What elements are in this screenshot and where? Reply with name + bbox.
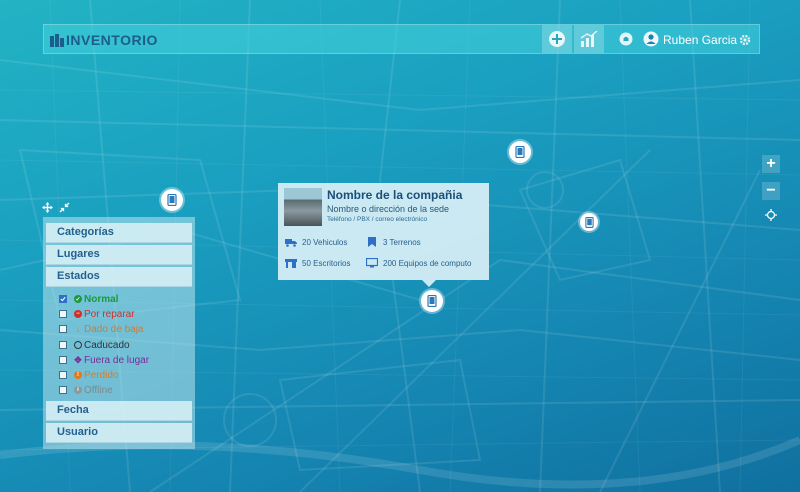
clock-icon [74, 341, 82, 349]
estado-option-offline[interactable]: i Offline [59, 383, 113, 397]
section-categorias[interactable]: Categorías [46, 223, 192, 243]
company-popup[interactable]: Nombre de la compañia Nombre o dirección… [278, 183, 489, 280]
truck-icon [285, 237, 297, 247]
section-fecha[interactable]: Fecha [46, 401, 192, 421]
info-circle-icon: i [74, 386, 82, 394]
gear-icon [739, 34, 751, 46]
section-usuario[interactable]: Usuario [46, 423, 192, 443]
estado-label: Dado de baja [84, 323, 144, 335]
plus-circle-icon [549, 31, 565, 47]
stat-computers-label: 200 Equipos de computo [383, 258, 472, 268]
logo-text: INVENTORIO [66, 32, 158, 48]
filters-panel: Categorías Lugares Estados ✓ Normal − Po… [43, 217, 195, 449]
estado-option-fuera-de-lugar[interactable]: ✥ Fuera de lugar [59, 353, 149, 367]
estado-option-caducado[interactable]: Caducado [59, 338, 130, 352]
stat-desks-label: 50 Escritorios [302, 258, 351, 268]
checkbox[interactable] [59, 325, 67, 333]
section-lugares[interactable]: Lugares [46, 245, 192, 265]
check-circle-icon: ✓ [74, 295, 82, 303]
estado-option-perdido[interactable]: ! Perdido [59, 368, 118, 382]
company-name: Nombre de la compañia [327, 188, 463, 202]
company-photo [284, 188, 322, 226]
checkbox-checked[interactable] [59, 295, 67, 303]
bookmark-icon [366, 237, 378, 247]
crosshair-icon [765, 209, 777, 221]
stat-land[interactable]: 3 Terrenos [366, 237, 421, 247]
user-icon [643, 31, 659, 47]
minus-circle-icon: − [74, 310, 82, 318]
map-marker[interactable] [509, 141, 531, 163]
settings-button[interactable] [739, 33, 751, 51]
stat-desks[interactable]: 50 Escritorios [285, 258, 350, 268]
building-logo-icon [50, 34, 64, 47]
estado-option-por-reparar[interactable]: − Por reparar [59, 307, 135, 321]
add-button[interactable] [542, 25, 572, 53]
estado-option-dado-de-baja[interactable]: ↓ Dado de baja [59, 322, 144, 336]
popup-pointer [422, 280, 436, 287]
estado-label: Fuera de lugar [84, 354, 150, 366]
bell-icon [619, 32, 633, 46]
bar-chart-icon [580, 31, 598, 47]
estado-label: Por reparar [84, 308, 135, 320]
checkbox[interactable] [59, 371, 67, 379]
map-marker-selected[interactable] [421, 290, 443, 312]
estado-label: Perdido [84, 369, 119, 381]
tablet-icon [167, 194, 177, 206]
top-navigation-bar: INVENTORIO Ruben Garcia [43, 24, 760, 54]
move-icon[interactable] [42, 202, 53, 213]
estado-label: Caducado [84, 339, 130, 351]
section-estados[interactable]: Estados [46, 267, 192, 287]
map-marker[interactable] [580, 213, 598, 231]
panel-tools [42, 202, 70, 213]
checkbox[interactable] [59, 356, 67, 364]
company-address: Nombre o dirección de la sede [327, 204, 450, 214]
statistics-button[interactable] [574, 25, 604, 53]
estado-label: Offline [84, 384, 113, 396]
monitor-icon [366, 258, 378, 268]
checkbox[interactable] [59, 341, 67, 349]
estado-option-normal[interactable]: ✓ Normal [59, 292, 118, 306]
app-logo[interactable]: INVENTORIO [50, 32, 158, 48]
tablet-icon [584, 216, 594, 228]
exclamation-circle-icon: ! [74, 371, 82, 379]
move-arrows-icon: ✥ [74, 354, 82, 365]
collapse-arrows-icon[interactable] [59, 202, 70, 213]
zoom-in-button[interactable]: + [762, 155, 780, 173]
desk-icon [285, 258, 297, 268]
stat-land-label: 3 Terrenos [383, 237, 421, 247]
checkbox[interactable] [59, 386, 67, 394]
user-name[interactable]: Ruben Garcia [663, 33, 737, 47]
checkbox[interactable] [59, 310, 67, 318]
tablet-icon [515, 146, 525, 158]
map-marker[interactable] [161, 189, 183, 211]
zoom-out-button[interactable]: − [762, 182, 780, 200]
tablet-icon [427, 295, 437, 307]
stat-vehicles-label: 20 Vehiculos [302, 237, 348, 247]
arrow-down-icon: ↓ [75, 324, 81, 334]
stat-computers[interactable]: 200 Equipos de computo [366, 258, 472, 268]
company-contact: Teléfono / PBX / correo electrónico [327, 216, 428, 223]
estado-label: Normal [84, 293, 119, 305]
stat-vehicles[interactable]: 20 Vehiculos [285, 237, 347, 247]
user-avatar[interactable] [643, 31, 659, 52]
locate-button[interactable] [765, 208, 777, 226]
notifications-button[interactable] [619, 32, 633, 51]
